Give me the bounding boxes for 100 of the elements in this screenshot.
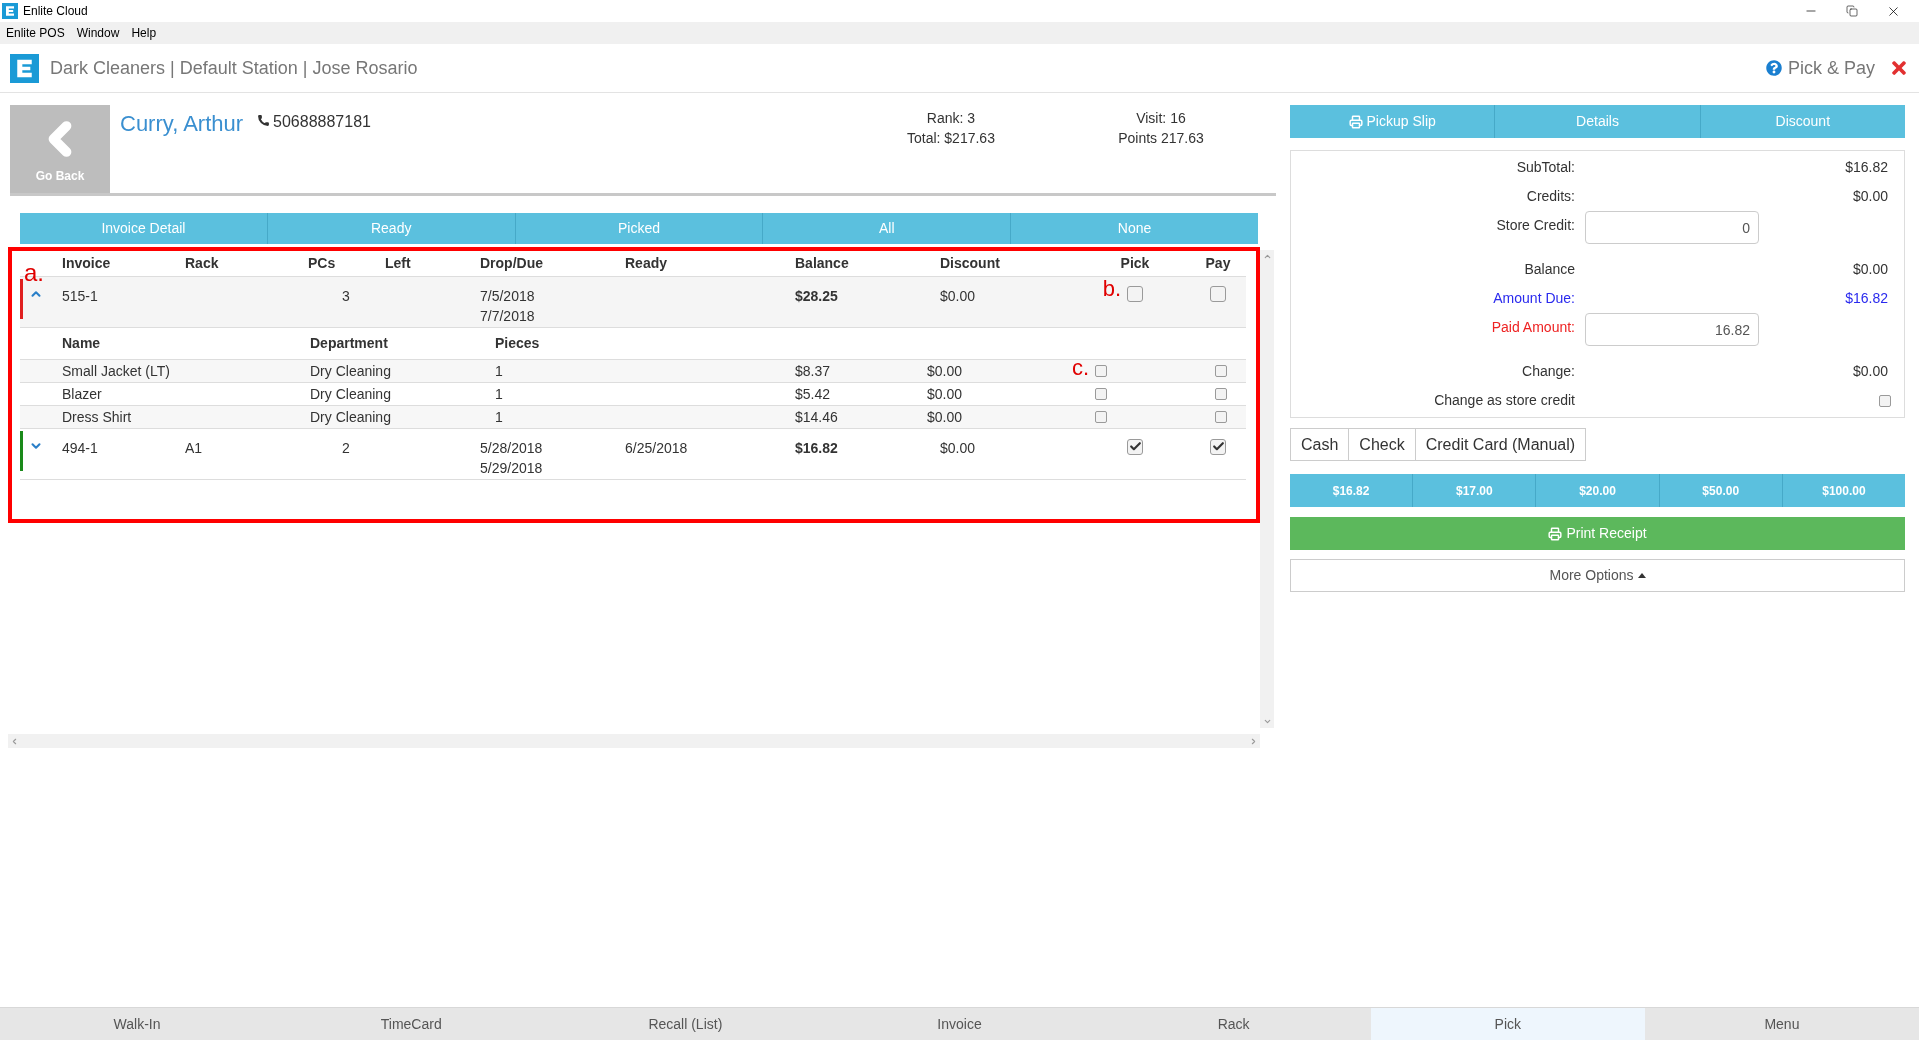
customer-rank: Rank: 3 — [926, 109, 976, 128]
table-cell-text: 1 — [495, 361, 504, 381]
column-header: Pick — [1120, 254, 1150, 273]
summary-value: $16.82 — [1845, 289, 1889, 308]
checkbox[interactable] — [1214, 365, 1227, 377]
payment-method-button[interactable]: Check — [1348, 428, 1416, 461]
table-cell-text: 2 — [341, 439, 351, 458]
horizontal-scrollbar[interactable] — [8, 734, 1260, 748]
checkbox[interactable] — [1214, 388, 1227, 400]
table-cell-text: 3 — [341, 287, 351, 306]
scroll-left-icon[interactable] — [10, 736, 19, 746]
table-cell-text: Dress Shirt — [62, 407, 133, 427]
visit-count: Visit: 16 — [1136, 109, 1186, 128]
table-cell-text: 1 — [495, 384, 504, 404]
table-cell-text: Dry Cleaning — [310, 407, 392, 427]
checkbox[interactable] — [1095, 411, 1107, 423]
checkbox[interactable] — [1095, 365, 1107, 377]
summary-label: SubTotal: — [1515, 158, 1576, 177]
checkbox[interactable] — [1214, 411, 1227, 423]
table-cell-text: 6/25/2018 — [625, 439, 689, 458]
summary-label: Amount Due: — [1492, 289, 1576, 308]
summary-label: Paid Amount: — [1490, 318, 1576, 337]
table-cell-text: $5.42 — [795, 384, 832, 404]
column-header: Balance — [795, 254, 850, 273]
column-header: Name — [62, 334, 102, 353]
points-total: Points 217.63 — [1118, 129, 1204, 148]
table-cell-text: Blazer — [62, 384, 103, 404]
table-cell-text: $0.00 — [940, 439, 977, 458]
customer-phone: 50688887181 — [273, 112, 371, 132]
nav-tab[interactable]: Pick — [1370, 1008, 1645, 1040]
summary-label: Change: — [1521, 362, 1576, 381]
column-header: Pay — [1205, 254, 1231, 273]
column-header: Invoice — [62, 254, 112, 273]
table-cell-text: $0.00 — [927, 407, 963, 427]
table-cell-text: A1 — [185, 439, 204, 458]
table-cell-text: $16.82 — [795, 439, 839, 458]
summary-label: Store Credit: — [1495, 216, 1576, 235]
table-cell-text: $0.00 — [927, 361, 963, 381]
summary-value: $0.00 — [1852, 362, 1889, 381]
close-icon[interactable] — [1889, 58, 1909, 78]
annotation-label: a. — [24, 261, 44, 285]
column-header: Rack — [185, 254, 220, 273]
scroll-down-icon[interactable] — [1262, 717, 1272, 726]
table-cell-text: Dry Cleaning — [310, 361, 392, 381]
table-cell-text: $0.00 — [927, 384, 963, 404]
column-header: Ready — [625, 254, 669, 273]
printer-icon — [1348, 114, 1363, 129]
help-icon[interactable] — [1765, 60, 1782, 76]
nav-tab[interactable]: Recall (List) — [548, 1008, 823, 1040]
more-options-button[interactable]: More Options — [1290, 559, 1905, 592]
summary-value: $0.00 — [1852, 187, 1889, 206]
table-cell-text: 515-1 — [62, 287, 99, 306]
amount-field[interactable]: 0 — [1585, 211, 1759, 244]
nav-tab[interactable]: Walk-In — [0, 1008, 275, 1040]
menu-item[interactable]: Help — [131, 24, 157, 42]
column-header: Discount — [940, 254, 1001, 273]
column-header: Left — [385, 254, 412, 273]
nav-tab[interactable]: Rack — [1096, 1008, 1371, 1040]
menu-item[interactable]: Enlite POS — [6, 24, 65, 42]
vertical-scrollbar[interactable] — [1260, 250, 1274, 728]
table-cell-text: 1 — [495, 407, 504, 427]
summary-label: Change as store credit — [1433, 391, 1576, 410]
column-header: Drop/Due — [480, 254, 544, 273]
header-title: Dark Cleaners | Default Station | Jose Rosario — [50, 56, 418, 80]
nav-tab[interactable]: Menu — [1644, 1008, 1919, 1040]
table-cell-text: 7/5/2018 7/7/2018 — [480, 287, 536, 326]
checkbox[interactable] — [1127, 286, 1143, 302]
table-cell-text: 5/28/2018 5/29/2018 — [480, 439, 544, 478]
window-title: Enlite Cloud — [23, 3, 88, 20]
table-cell-text: Dry Cleaning — [310, 384, 392, 404]
caret-icon — [1637, 573, 1646, 578]
table-cell-text: 494-1 — [62, 439, 99, 458]
table-cell-text: $8.37 — [795, 361, 832, 381]
checkbox[interactable] — [1095, 388, 1107, 400]
checkbox[interactable] — [1210, 438, 1226, 455]
table-cell-text: $14.46 — [795, 407, 839, 427]
summary-value: $0.00 — [1852, 260, 1889, 279]
summary-label: Balance — [1523, 260, 1576, 279]
printer-icon — [1548, 526, 1563, 541]
table-cell-text: $28.25 — [795, 287, 839, 306]
payment-method-button[interactable]: Credit Card (Manual) — [1414, 428, 1587, 461]
customer-name[interactable]: Curry, Arthur — [120, 107, 244, 140]
restore-icon[interactable] — [1846, 5, 1858, 17]
app-logo-icon — [10, 53, 39, 83]
scroll-right-icon[interactable] — [1249, 736, 1258, 746]
checkbox[interactable] — [1210, 286, 1226, 302]
menu-item[interactable]: Window — [76, 24, 120, 42]
nav-tab[interactable]: TimeCard — [274, 1008, 549, 1040]
table-cell-text: Small Jacket (LT) — [62, 361, 171, 381]
column-header: Pieces — [495, 334, 541, 353]
annotation-label: c. — [1071, 357, 1089, 379]
checkbox[interactable] — [1879, 394, 1891, 407]
scroll-up-icon[interactable] — [1262, 252, 1272, 261]
summary-label: Credits: — [1525, 187, 1576, 206]
checkbox[interactable] — [1127, 438, 1143, 455]
nav-tab[interactable]: Invoice — [822, 1008, 1097, 1040]
payment-method-button[interactable]: Cash — [1290, 428, 1350, 461]
phone-icon — [257, 114, 271, 127]
customer-total: Total: $217.63 — [906, 129, 995, 148]
amount-field[interactable]: 16.82 — [1585, 313, 1759, 346]
